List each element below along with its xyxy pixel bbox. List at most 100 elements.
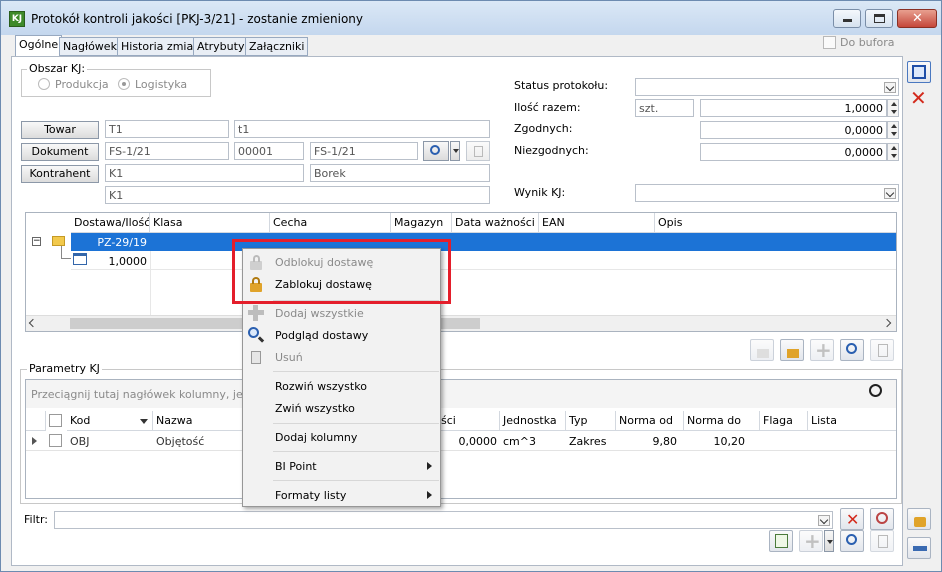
tab-ogolne[interactable]: Ogólne xyxy=(15,35,63,57)
tab-zalaczniki[interactable]: Załączniki xyxy=(245,37,309,56)
menu-dodaj-kolumny[interactable]: Dodaj kolumny xyxy=(275,431,357,444)
towar-name[interactable]: t1 xyxy=(234,120,490,138)
caret-down-icon xyxy=(453,149,459,153)
select-all-checkbox[interactable] xyxy=(49,414,62,427)
kontrahent-line2[interactable]: K1 xyxy=(105,186,490,204)
radio-logistyka[interactable] xyxy=(118,78,130,90)
col-dostawa[interactable]: Dostawa/Ilość xyxy=(71,213,150,233)
niezgodnych-spinner[interactable] xyxy=(887,143,899,161)
add-param-button[interactable]: + xyxy=(799,529,823,553)
menu-bi-point[interactable]: BI Point xyxy=(275,460,317,473)
tab-historia-zmian[interactable]: Historia zmian xyxy=(117,37,205,56)
filter-input[interactable] xyxy=(54,511,833,529)
col-norma-od[interactable]: Norma od xyxy=(616,411,684,431)
trash-icon xyxy=(474,146,483,157)
pin-button[interactable] xyxy=(907,537,931,559)
niezgodnych-input[interactable]: 0,0000 xyxy=(700,143,887,161)
calendar-icon xyxy=(73,253,87,265)
kontrahent-button[interactable]: Kontrahent xyxy=(21,165,99,183)
col-magazyn[interactable]: Magazyn xyxy=(391,213,452,233)
plus-icon xyxy=(247,304,265,322)
col-lista[interactable]: Lista xyxy=(808,411,896,431)
dokument-field-1[interactable]: FS-1/21 xyxy=(105,142,229,160)
radio-produkcja[interactable] xyxy=(38,78,50,90)
radio-logistyka-label: Logistyka xyxy=(135,78,188,91)
menu-rozwin[interactable]: Rozwiń wszystko xyxy=(275,380,367,393)
preview-param-button[interactable] xyxy=(840,530,864,552)
filter-wizard-button[interactable] xyxy=(870,508,894,530)
tab-naglowek[interactable]: Nagłówek xyxy=(59,37,121,56)
ilosc-spinner[interactable] xyxy=(887,99,899,117)
unlock-delivery-button[interactable] xyxy=(750,339,774,361)
ilosc-input[interactable]: 1,0000 xyxy=(700,99,887,117)
add-dropdown-button[interactable] xyxy=(824,530,834,552)
col-wartosc[interactable]: ści xyxy=(438,411,500,431)
zgodnych-input[interactable]: 0,0000 xyxy=(700,121,887,139)
menu-separator xyxy=(273,423,439,424)
col-jednostka[interactable]: Jednostka xyxy=(500,411,566,431)
col-cecha[interactable]: Cecha xyxy=(270,213,391,233)
add-all-button[interactable]: + xyxy=(810,338,834,362)
close-button[interactable]: ✕ xyxy=(897,9,937,28)
unlock-side-button[interactable] xyxy=(907,508,931,530)
menu-separator xyxy=(273,371,439,372)
col-typ[interactable]: Typ xyxy=(566,411,616,431)
preview-delivery-button[interactable] xyxy=(840,339,864,361)
menu-dodaj-wszystkie[interactable]: Dodaj wszystkie xyxy=(275,307,364,320)
zgodnych-spinner[interactable] xyxy=(887,121,899,139)
row-checkbox[interactable] xyxy=(49,434,62,447)
maximize-button[interactable] xyxy=(865,9,893,28)
obszar-label: Obszar KJ: xyxy=(27,62,88,75)
col-klasa[interactable]: Klasa xyxy=(150,213,270,233)
col-opis[interactable]: Opis xyxy=(655,213,896,233)
col-nazwa[interactable]: Nazwa xyxy=(153,411,243,431)
kontrahent-name[interactable]: Borek xyxy=(310,164,490,182)
clear-filter-button[interactable]: ✕ xyxy=(840,508,864,530)
menu-podglad[interactable]: Podgląd dostawy xyxy=(275,329,368,342)
title-bar: KJ Protokół kontroli jakości [PKJ-3/21] … xyxy=(1,1,941,35)
lock-delivery-button[interactable] xyxy=(780,339,804,361)
tree-row-selected[interactable] xyxy=(71,233,896,251)
towar-button[interactable]: Towar xyxy=(21,121,99,139)
unlock-icon xyxy=(757,349,769,358)
menu-zwin[interactable]: Zwiń wszystko xyxy=(275,402,355,415)
dokument-button[interactable]: Dokument xyxy=(21,143,99,161)
dokument-field-2[interactable]: FS-1/21 xyxy=(310,142,418,160)
chevron-down-icon xyxy=(818,515,830,526)
menu-formaty-listy[interactable]: Formaty listy xyxy=(275,489,346,502)
save-button[interactable] xyxy=(907,61,931,83)
folder-icon xyxy=(52,236,65,246)
document-dropdown-button[interactable] xyxy=(450,141,460,161)
status-combo[interactable] xyxy=(635,78,899,96)
tree-hscrollbar[interactable] xyxy=(26,315,896,331)
delete-param-button[interactable] xyxy=(870,530,894,552)
param-wartosc[interactable]: 0,0000 xyxy=(438,432,500,452)
unlock-icon xyxy=(914,517,926,527)
delete-delivery-button[interactable] xyxy=(870,339,894,361)
minimize-button[interactable] xyxy=(833,9,861,28)
kontrahent-code[interactable]: K1 xyxy=(105,164,304,182)
search-document-button[interactable] xyxy=(423,141,449,161)
wynik-combo[interactable] xyxy=(635,184,899,202)
drag-hint: Przeciągnij tutaj nagłówek kolumny, jeśl… xyxy=(31,388,276,401)
dokument-number[interactable]: 00001 xyxy=(234,142,304,160)
col-expander xyxy=(26,411,46,431)
delete-document-button[interactable] xyxy=(466,141,490,161)
radio-produkcja-label: Produkcja xyxy=(55,78,109,91)
cancel-button[interactable]: ✕ xyxy=(907,86,931,110)
search-icon xyxy=(846,534,857,545)
col-data-waznosci[interactable]: Data ważności xyxy=(452,213,539,233)
params-title: Parametry KJ xyxy=(27,362,102,375)
tab-atrybuty[interactable]: Atrybuty xyxy=(193,37,249,56)
col-ean[interactable]: EAN xyxy=(539,213,655,233)
menu-usun[interactable]: Usuń xyxy=(275,351,303,364)
do-bufora-checkbox[interactable] xyxy=(823,36,836,49)
collapse-icon[interactable]: − xyxy=(32,237,41,246)
towar-code[interactable]: T1 xyxy=(105,120,229,138)
checklist-button[interactable] xyxy=(769,530,793,552)
sort-down-icon[interactable] xyxy=(140,419,148,424)
chevron-down-icon xyxy=(884,188,896,199)
col-flaga[interactable]: Flaga xyxy=(760,411,808,431)
search-icon[interactable] xyxy=(869,384,882,397)
col-norma-do[interactable]: Norma do xyxy=(684,411,760,431)
